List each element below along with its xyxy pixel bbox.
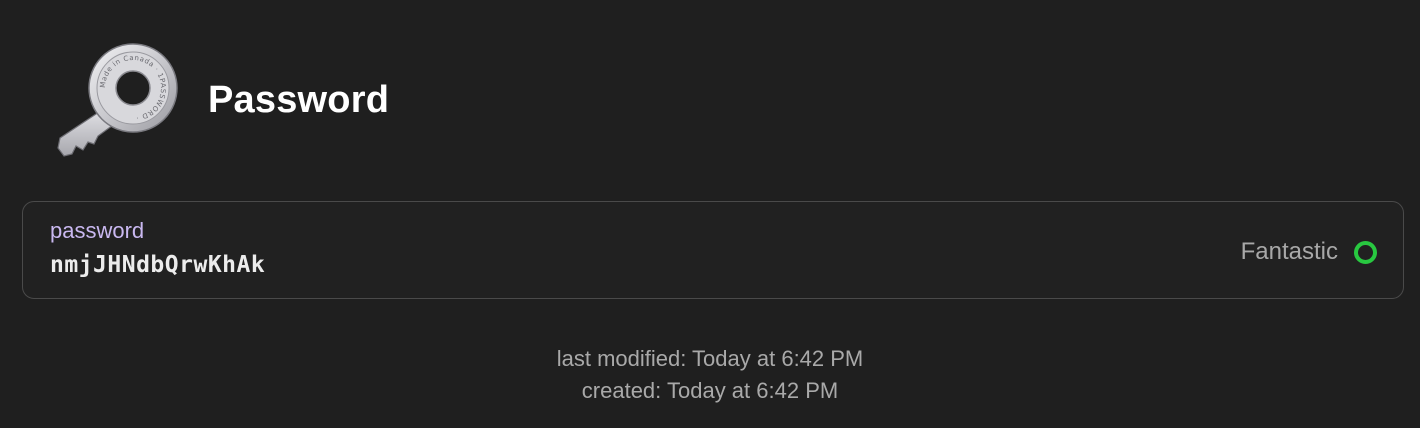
password-field-label: password	[50, 218, 145, 243]
last-modified-text: last modified: Today at 6:42 PM	[556, 346, 864, 371]
strength-indicator-icon	[1354, 240, 1377, 264]
password-field-value[interactable]: nmjJHNdbQrwKhAk	[50, 250, 265, 280]
password-strength-label: Fantastic	[1240, 238, 1338, 265]
password-field-card[interactable]: password nmjJHNdbQrwKhAk Fantastic	[22, 201, 1404, 299]
page-title: Password	[208, 79, 390, 121]
key-icon: Made in Canada · 1PASSWORD ·	[50, 38, 180, 160]
created-text: created: Today at 6:42 PM	[581, 378, 839, 403]
item-header: Made in Canada · 1PASSWORD ·	[50, 38, 180, 160]
password-strength: Fantastic	[1241, 237, 1377, 267]
